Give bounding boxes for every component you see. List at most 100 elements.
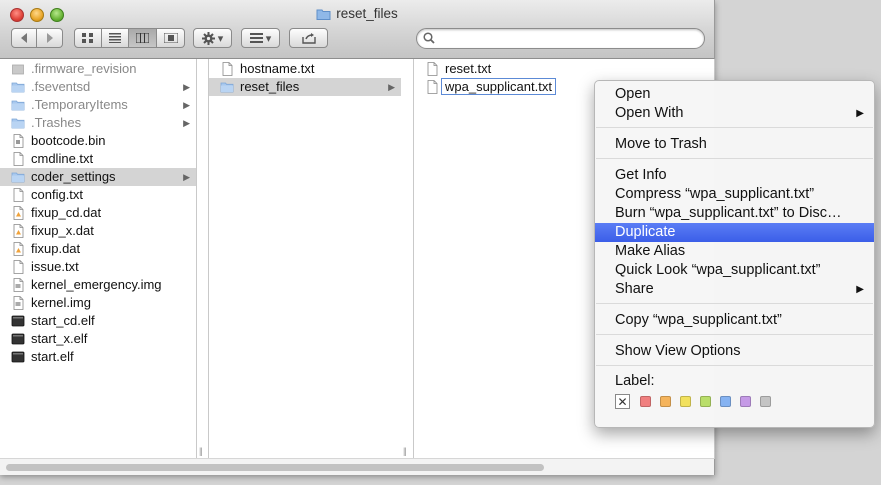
document-icon xyxy=(11,152,25,166)
search-field[interactable] xyxy=(416,28,705,49)
back-button[interactable] xyxy=(11,28,37,48)
label-swatch-gray[interactable] xyxy=(760,396,771,407)
executable-icon xyxy=(11,314,25,328)
file-item[interactable]: hostname.txt xyxy=(209,60,401,78)
forward-button[interactable] xyxy=(37,28,63,48)
file-item[interactable]: bootcode.bin xyxy=(0,132,196,150)
folder-item[interactable]: .fseventsd ▶ xyxy=(0,78,196,96)
menu-item-label: Get Info xyxy=(615,167,667,183)
document-icon xyxy=(425,62,439,76)
menu-item-compress-wpa[interactable]: Compress “wpa_supplicant.txt” xyxy=(595,185,874,204)
search-input[interactable] xyxy=(439,31,698,48)
dropdown-caret-icon: ▾ xyxy=(265,32,272,45)
document-icon xyxy=(11,62,25,76)
gear-icon xyxy=(201,31,215,45)
folder-icon xyxy=(11,170,25,184)
executable-icon xyxy=(11,350,25,364)
label-swatch-orange[interactable] xyxy=(660,396,671,407)
document-icon xyxy=(11,278,25,292)
executable-icon xyxy=(11,332,25,346)
file-item[interactable]: .firmware_revision xyxy=(0,60,196,78)
item-label: config.txt xyxy=(31,187,84,202)
menu-item-label: Quick Look “wpa_supplicant.txt” xyxy=(615,262,821,278)
item-label: kernel_emergency.img xyxy=(31,277,162,292)
disclosure-arrow-icon: ▶ xyxy=(183,82,190,92)
browser-column-1: .firmware_revision .fseventsd ▶ .TemporaryI… xyxy=(0,59,197,459)
label-swatch-blue[interactable] xyxy=(720,396,731,407)
folder-item[interactable]: coder_settings ▶ xyxy=(0,168,196,186)
list-view-button[interactable] xyxy=(102,28,129,48)
file-item[interactable]: kernel_emergency.img xyxy=(0,276,196,294)
folder-item[interactable]: reset_files ▶ xyxy=(209,78,401,96)
label-swatch-red[interactable] xyxy=(640,396,651,407)
item-label: hostname.txt xyxy=(240,61,315,76)
title-bar: reset_files ▾ ▾ xyxy=(0,0,714,59)
menu-item-duplicate[interactable]: Duplicate xyxy=(595,223,874,242)
file-item[interactable]: reset.txt xyxy=(414,60,714,78)
item-label: reset.txt xyxy=(445,61,492,76)
file-item[interactable]: kernel.img xyxy=(0,294,196,312)
item-label: reset_files xyxy=(240,79,300,94)
folder-item[interactable]: .TemporaryItems ▶ xyxy=(0,96,196,114)
forward-arrow-icon xyxy=(46,33,53,43)
file-item[interactable]: fixup_x.dat xyxy=(0,222,196,240)
coverflow-icon xyxy=(163,33,178,43)
disclosure-arrow-icon: ▶ xyxy=(388,82,395,92)
item-label: fixup.dat xyxy=(31,241,81,256)
item-label: start_x.elf xyxy=(31,331,88,346)
menu-item-show-view[interactable]: Show View Options xyxy=(595,342,874,361)
menu-item-open[interactable]: Open xyxy=(595,85,874,104)
document-icon xyxy=(11,242,25,256)
arrange-menu-button[interactable]: ▾ xyxy=(241,28,280,48)
grid-icon xyxy=(82,33,93,43)
file-item[interactable]: issue.txt xyxy=(0,258,196,276)
menu-item-label: Open With xyxy=(615,105,684,121)
menu-item-quick-look[interactable]: Quick Look “wpa_supplicant.txt” xyxy=(595,261,874,280)
label-swatches: ✕ xyxy=(615,394,780,409)
coverflow-view-button[interactable] xyxy=(157,28,185,48)
menu-item-label: Compress “wpa_supplicant.txt” xyxy=(615,186,815,202)
dropdown-caret-icon: ▾ xyxy=(217,32,224,45)
menu-item-copy-wpa[interactable]: Copy “wpa_supplicant.txt” xyxy=(595,311,874,330)
scrollbar-thumb[interactable] xyxy=(6,464,544,471)
nav-buttons xyxy=(11,28,63,48)
file-item[interactable]: fixup.dat xyxy=(0,240,196,258)
menu-item-burn-wpa[interactable]: Burn “wpa_supplicant.txt” to Disc… xyxy=(595,204,874,223)
column-resize-handle[interactable]: || xyxy=(401,59,412,458)
menu-item-share[interactable]: Share ▶ xyxy=(595,280,874,299)
horizontal-scrollbar[interactable] xyxy=(0,458,714,475)
no-label-swatch[interactable]: ✕ xyxy=(615,394,630,409)
column-resize-handle[interactable]: || xyxy=(197,59,208,458)
list-icon xyxy=(109,33,121,43)
file-item[interactable]: fixup_cd.dat xyxy=(0,204,196,222)
label-swatch-purple[interactable] xyxy=(740,396,751,407)
menu-item-move-to[interactable]: Move to Trash xyxy=(595,135,874,154)
column-view-button[interactable] xyxy=(129,28,157,48)
menu-item-label: Duplicate xyxy=(615,224,676,240)
menu-separator xyxy=(596,303,873,304)
share-icon xyxy=(301,32,316,44)
label-swatch-green[interactable] xyxy=(700,396,711,407)
file-item[interactable]: cmdline.txt xyxy=(0,150,196,168)
menu-item-make-alias[interactable]: Make Alias xyxy=(595,242,874,261)
file-item[interactable]: config.txt xyxy=(0,186,196,204)
folder-item[interactable]: .Trashes ▶ xyxy=(0,114,196,132)
menu-item-label: Copy “wpa_supplicant.txt” xyxy=(615,312,782,328)
share-button[interactable] xyxy=(289,28,328,48)
icon-view-button[interactable] xyxy=(74,28,102,48)
action-menu-button[interactable]: ▾ xyxy=(193,28,232,48)
file-item[interactable]: start.elf xyxy=(0,348,196,366)
menu-item-get-info[interactable]: Get Info xyxy=(595,166,874,185)
file-item[interactable]: start_cd.elf xyxy=(0,312,196,330)
file-item[interactable]: start_x.elf xyxy=(0,330,196,348)
menu-item-open-with[interactable]: Open With ▶ xyxy=(595,104,874,123)
folder-icon xyxy=(220,80,234,94)
menu-separator xyxy=(596,334,873,335)
item-label: bootcode.bin xyxy=(31,133,106,148)
folder-icon xyxy=(11,80,25,94)
item-label: wpa_supplicant.txt xyxy=(441,78,556,95)
menu-item-label: Open xyxy=(615,86,651,102)
item-label: start_cd.elf xyxy=(31,313,95,328)
label-swatch-yellow[interactable] xyxy=(680,396,691,407)
item-label: fixup_x.dat xyxy=(31,223,94,238)
